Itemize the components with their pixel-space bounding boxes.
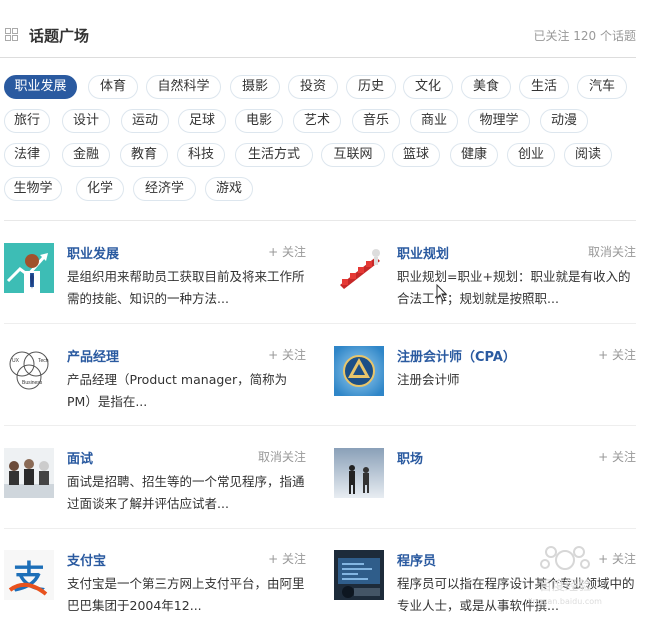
row-divider: [4, 323, 636, 324]
follow-button[interactable]: + 关注: [598, 448, 636, 465]
tag-item[interactable]: 运动: [121, 109, 169, 133]
tag-item[interactable]: 科技: [177, 143, 225, 167]
tag-item[interactable]: 旅行: [4, 109, 50, 133]
tag-item[interactable]: 设计: [62, 109, 110, 133]
topic-name[interactable]: 职场: [397, 448, 423, 467]
follow-button[interactable]: + 关注: [268, 243, 306, 260]
unfollow-button[interactable]: 取消关注: [588, 243, 636, 260]
tag-item[interactable]: 文化: [403, 75, 453, 99]
topic-name[interactable]: 面试: [67, 448, 93, 467]
tag-item[interactable]: 动漫: [540, 109, 588, 133]
venn-thumb[interactable]: UX Tech Business: [4, 346, 54, 396]
topic-description: 支付宝是一个第三方网上支付平台，由阿里巴巴集团于2004年12...: [67, 576, 305, 613]
section-divider: [4, 220, 636, 221]
tag-item[interactable]: 美食: [461, 75, 511, 99]
watermark-text: 百度经验: [539, 578, 591, 594]
svg-text:UX: UX: [12, 358, 20, 364]
tag-item[interactable]: 阅读: [564, 143, 612, 167]
topic-description: 面试是招聘、招生等的一个常见程序，指通过面谈来了解并评估应试者...: [67, 474, 305, 511]
tag-item[interactable]: 历史: [346, 75, 396, 99]
tag-item[interactable]: 创业: [507, 143, 555, 167]
tag-item[interactable]: 互联网: [321, 143, 385, 167]
planning-thumb[interactable]: [334, 243, 384, 293]
tag-item[interactable]: 篮球: [392, 143, 440, 167]
tag-item[interactable]: 电影: [235, 109, 283, 133]
row-divider: [4, 425, 636, 426]
tag-item[interactable]: 化学: [76, 177, 124, 201]
interview-thumb[interactable]: [4, 448, 54, 498]
topic-name[interactable]: 程序员: [397, 550, 436, 569]
topic-card: 面试 取消关注 面试是招聘、招生等的一个常见程序，指通过面谈来了解并评估应试者.…: [4, 448, 306, 528]
tag-item[interactable]: 生物学: [4, 177, 62, 201]
watermark-url: jingyan.baidu.com: [527, 597, 602, 606]
svg-text:Tech: Tech: [38, 358, 49, 364]
tag-item[interactable]: 生活: [519, 75, 569, 99]
topic-card: UX Tech Business 产品经理 + 关注 产品经理（Product …: [4, 346, 306, 426]
follow-button[interactable]: + 关注: [598, 346, 636, 363]
tag-item[interactable]: 商业: [410, 109, 458, 133]
tag-item[interactable]: 生活方式: [235, 143, 313, 167]
workplace-thumb[interactable]: [334, 448, 384, 498]
topic-description: 职业规划=职业+规划：职业就是有收入的合法工作；规划就是按照职...: [397, 269, 631, 306]
programmer-thumb[interactable]: [334, 550, 384, 600]
topic-card: 注册会计师（CPA） + 关注 注册会计师: [334, 346, 636, 426]
tag-item[interactable]: 物理学: [468, 109, 530, 133]
topic-card: 职业规划 取消关注 职业规划=职业+规划：职业就是有收入的合法工作；规划就是按照…: [334, 243, 636, 323]
topic-card: 支 支付宝 + 关注 支付宝是一个第三方网上支付平台，由阿里巴巴集团于2004年…: [4, 550, 306, 620]
cpa-emblem-thumb[interactable]: [334, 346, 384, 396]
watermark-logo-icon: 百度经验 jingyan.baidu.com: [527, 546, 602, 606]
tag-item[interactable]: 自然科学: [146, 75, 221, 99]
topic-name[interactable]: 支付宝: [67, 550, 106, 569]
tag-item[interactable]: 体育: [88, 75, 138, 99]
topic-name[interactable]: 职业发展: [67, 243, 119, 262]
tag-item[interactable]: 教育: [120, 143, 168, 167]
grid-icon: [5, 28, 18, 41]
tag-item[interactable]: 法律: [4, 143, 50, 167]
row-divider: [4, 528, 636, 529]
follow-button[interactable]: + 关注: [268, 346, 306, 363]
tag-item[interactable]: 汽车: [577, 75, 627, 99]
tag-item[interactable]: 经济学: [133, 177, 196, 201]
tag-item[interactable]: 投资: [288, 75, 338, 99]
tag-item[interactable]: 摄影: [230, 75, 280, 99]
tag-item[interactable]: 音乐: [352, 109, 400, 133]
followed-count[interactable]: 已关注 120 个话题: [533, 27, 636, 44]
svg-text:Business: Business: [22, 380, 43, 386]
tag-item[interactable]: 健康: [450, 143, 498, 167]
topic-name[interactable]: 注册会计师（CPA）: [397, 346, 516, 365]
topic-card: 职业发展 + 关注 是组织用来帮助员工获取目前及将来工作所需的技能、知识的一种方…: [4, 243, 306, 323]
watermark: 百度经验 jingyan.baidu.com: [505, 540, 625, 610]
page-title: 话题广场: [29, 27, 90, 45]
topic-description: 产品经理（Product manager，简称为PM）是指在...: [67, 372, 288, 409]
tag-item[interactable]: 足球: [178, 109, 226, 133]
topic-description: 是组织用来帮助员工获取目前及将来工作所需的技能、知识的一种方法...: [67, 269, 305, 306]
topic-description: 注册会计师: [397, 372, 460, 387]
tag-item[interactable]: 金融: [62, 143, 110, 167]
alipay-thumb[interactable]: 支: [4, 550, 54, 600]
follow-button[interactable]: + 关注: [268, 550, 306, 567]
career-thumb[interactable]: [4, 243, 54, 293]
unfollow-button[interactable]: 取消关注: [258, 448, 306, 465]
topic-name[interactable]: 职业规划: [397, 243, 449, 262]
topic-card: 职场 + 关注: [334, 448, 636, 528]
tag-item[interactable]: 职业发展: [4, 75, 77, 99]
tag-item[interactable]: 游戏: [205, 177, 253, 201]
page-header: 话题广场 已关注 120 个话题: [0, 18, 636, 58]
mouse-cursor-icon: [436, 284, 448, 302]
tag-item[interactable]: 艺术: [293, 109, 341, 133]
topic-name[interactable]: 产品经理: [67, 346, 119, 365]
